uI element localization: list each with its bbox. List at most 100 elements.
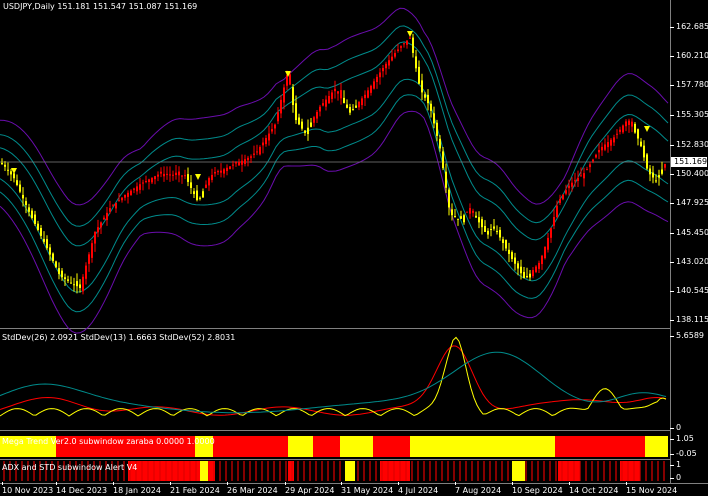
- candle-body: [289, 74, 291, 85]
- candle-body: [82, 276, 84, 292]
- candle-body: [40, 227, 42, 236]
- stddev-52-line: [0, 351, 667, 414]
- candle-body: [559, 199, 561, 203]
- candle-body: [103, 217, 105, 220]
- candle-body: [334, 88, 336, 92]
- candle-body: [46, 239, 48, 249]
- candle-body: [250, 156, 252, 158]
- candle-body: [478, 217, 480, 223]
- candle-body: [286, 75, 288, 86]
- candle-body: [385, 63, 387, 69]
- trend-block: [288, 436, 313, 457]
- candle-body: [409, 37, 411, 39]
- candle-body: [664, 163, 666, 168]
- candle-body: [610, 139, 612, 146]
- candle-body: [535, 266, 537, 272]
- signal-arrow: [644, 126, 650, 132]
- candle-body: [529, 273, 531, 278]
- candle-body: [340, 90, 342, 99]
- candle-body: [112, 205, 114, 207]
- candle-body: [589, 164, 591, 168]
- candle-body: [115, 202, 117, 209]
- candle-body: [430, 103, 432, 111]
- candle-body: [265, 138, 267, 145]
- candle-body: [274, 124, 276, 129]
- candle-body: [211, 174, 213, 180]
- candle-body: [556, 205, 558, 218]
- price-tick-label: 147.925: [669, 198, 708, 207]
- candle-body: [646, 154, 648, 169]
- trend-block: [340, 436, 373, 457]
- candle-body: [577, 177, 579, 181]
- candle-body: [622, 125, 624, 133]
- candle-body: [67, 279, 69, 281]
- candle-body: [28, 207, 30, 212]
- candle-body: [508, 249, 510, 254]
- candle-body: [229, 166, 231, 169]
- candle-body: [493, 226, 495, 229]
- candle-body: [91, 243, 93, 258]
- candle-body: [268, 133, 270, 141]
- candle-body: [655, 180, 657, 182]
- indicator-tick-label: 1: [669, 460, 682, 469]
- candle-body: [601, 146, 603, 151]
- candle-body: [241, 160, 243, 165]
- candle-body: [658, 175, 660, 178]
- date-tick-label: 18 Jan 2024: [113, 482, 161, 495]
- candle-body: [499, 229, 501, 238]
- candle-body: [331, 92, 333, 99]
- envelope-band-line: [0, 41, 669, 247]
- candle-body: [88, 254, 90, 264]
- candle-body: [625, 121, 627, 127]
- candle-body: [355, 105, 357, 108]
- candle-body: [553, 217, 555, 226]
- candle-body: [526, 275, 528, 278]
- candle-body: [649, 168, 651, 175]
- alert-block: [200, 461, 208, 481]
- candle-body: [523, 271, 525, 279]
- candle-body: [301, 121, 303, 129]
- candle-body: [151, 177, 153, 183]
- candle-body: [511, 252, 513, 259]
- price-tick-label: 157.780: [669, 80, 708, 89]
- candle-body: [19, 184, 21, 192]
- candle-body: [445, 171, 447, 188]
- candle-body: [13, 173, 15, 179]
- price-tick-label: 150.400: [669, 169, 708, 178]
- candle-body: [64, 277, 66, 280]
- candle-body: [442, 151, 444, 169]
- candle-body: [364, 94, 366, 99]
- candle-body: [61, 270, 63, 278]
- candle-body: [79, 284, 81, 288]
- trend-block: [410, 436, 555, 457]
- candle-body: [139, 184, 141, 190]
- candle-body: [127, 192, 129, 197]
- candle-body: [403, 43, 405, 45]
- candle-body: [37, 223, 39, 230]
- candle-body: [565, 190, 567, 194]
- date-tick-label: 10 Nov 2023: [2, 482, 54, 495]
- candle-body: [217, 171, 219, 173]
- candle-body: [604, 144, 606, 150]
- candle-body: [49, 247, 51, 255]
- candle-body: [637, 129, 639, 139]
- candle-body: [328, 95, 330, 104]
- candle-body: [358, 101, 360, 108]
- candle-body: [4, 164, 6, 167]
- date-tick-label: 21 Feb 2024: [170, 482, 220, 495]
- candle-body: [73, 284, 75, 286]
- candle-body: [304, 130, 306, 133]
- candle-body: [352, 109, 354, 111]
- candle-body: [376, 76, 378, 83]
- candle-body: [373, 81, 375, 89]
- candle-body: [322, 103, 324, 106]
- trend-block: [313, 436, 340, 457]
- candle-body: [163, 173, 165, 177]
- candle-body: [106, 212, 108, 221]
- signal-arrow: [407, 31, 413, 37]
- candle-body: [454, 215, 456, 218]
- candle-body: [190, 182, 192, 188]
- candle-body: [55, 261, 57, 268]
- candle-body: [427, 94, 429, 104]
- candle-body: [1, 162, 3, 165]
